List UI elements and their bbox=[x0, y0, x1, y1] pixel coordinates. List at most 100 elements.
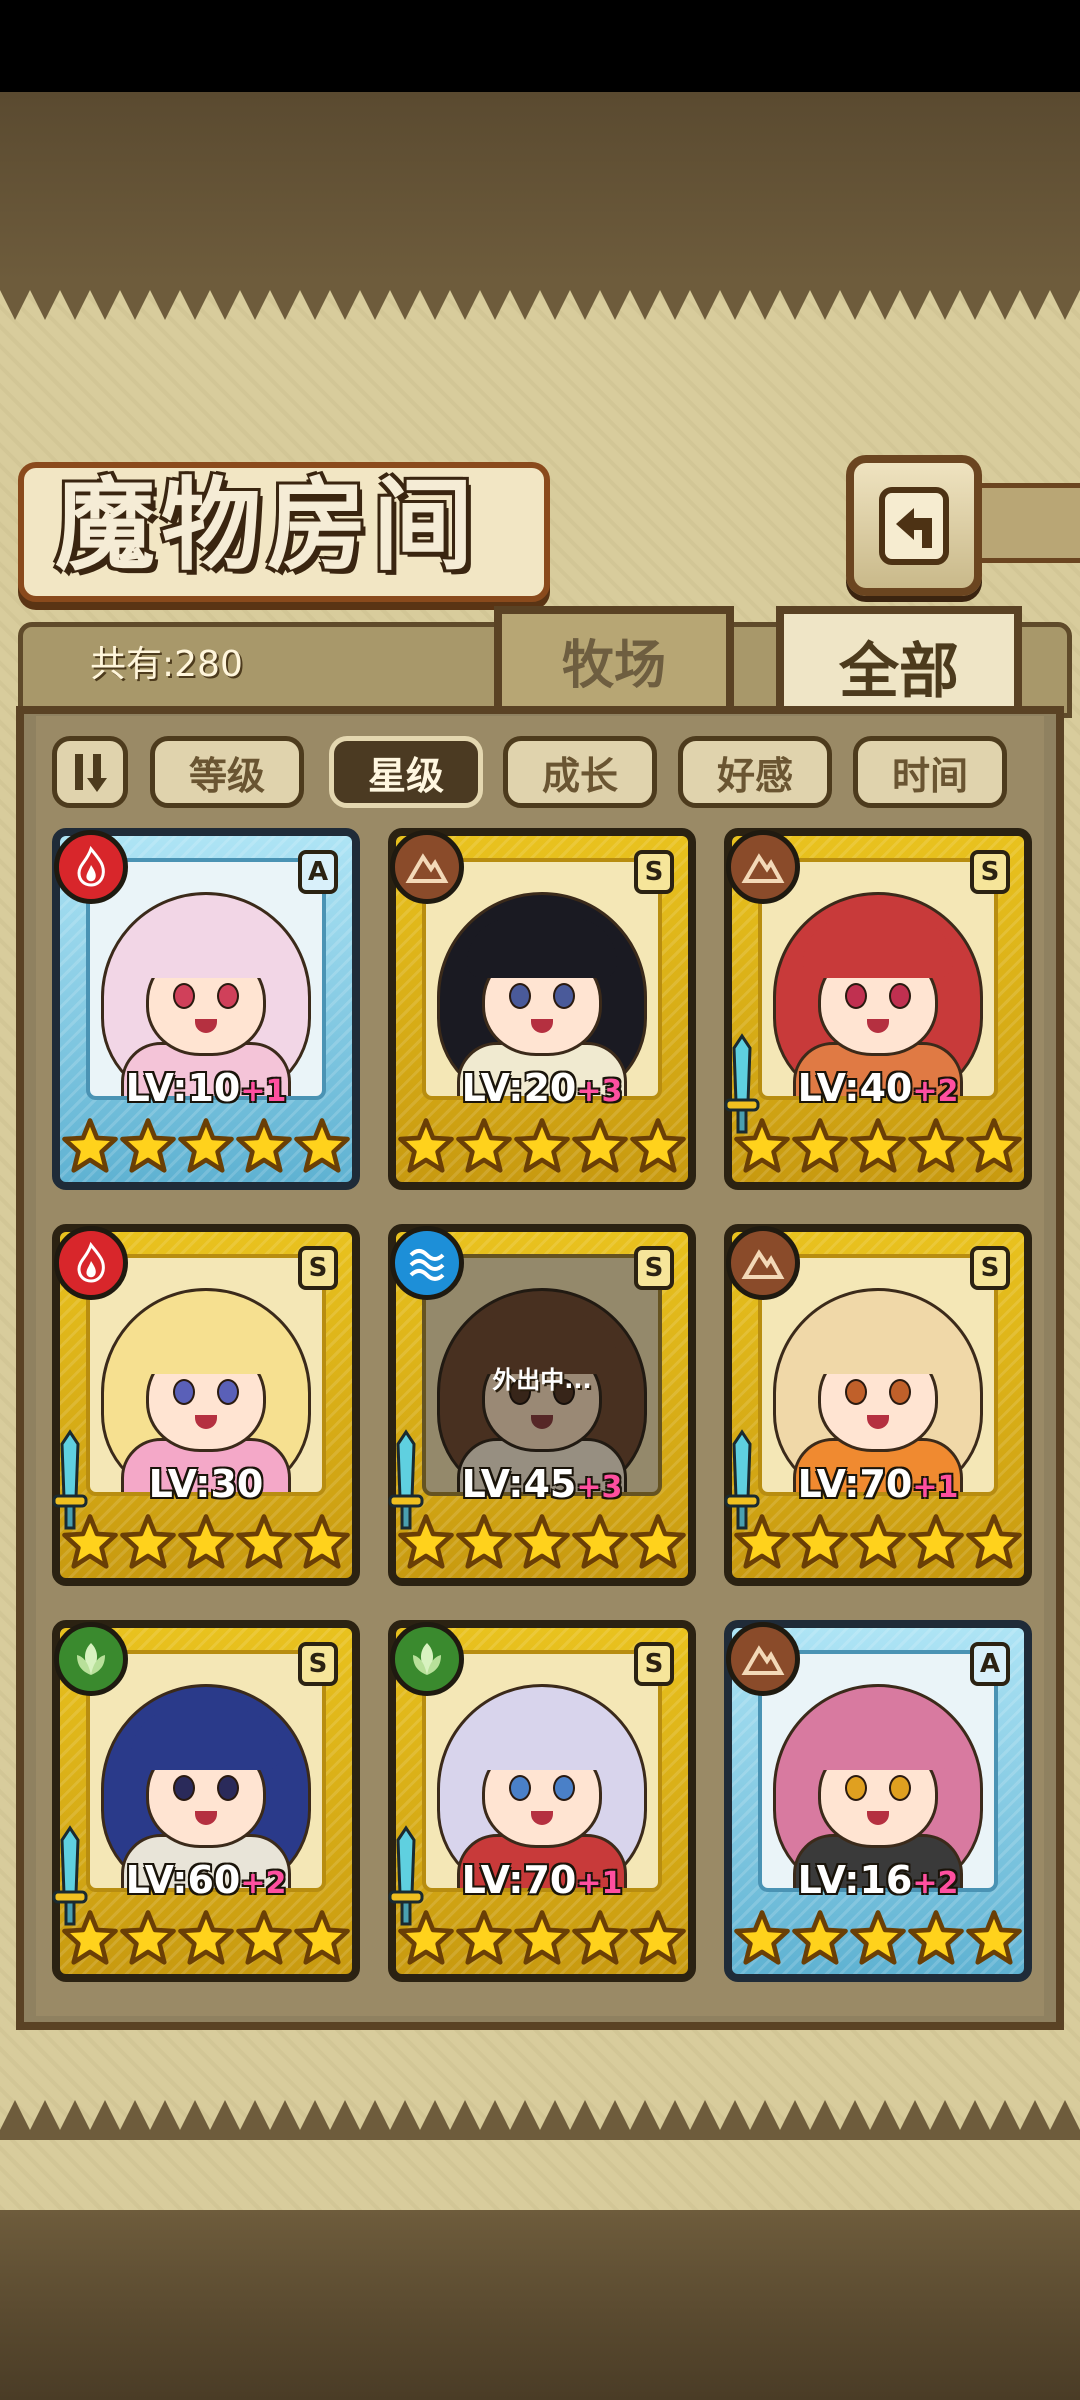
monster-card[interactable]: S LV:30 bbox=[52, 1224, 360, 1586]
element-badge bbox=[54, 830, 128, 904]
page-title: 魔物房间 bbox=[55, 466, 479, 584]
star-icon bbox=[850, 1118, 906, 1173]
level-value: LV:20 bbox=[461, 1066, 577, 1110]
element-badge bbox=[54, 1622, 128, 1696]
sword-icon bbox=[724, 1429, 760, 1530]
earth-icon bbox=[405, 853, 449, 883]
monster-portrait bbox=[758, 858, 998, 1100]
monster-card[interactable]: A LV:16+2 bbox=[724, 1620, 1032, 1982]
star-icon bbox=[120, 1910, 176, 1965]
tab-all[interactable]: 全部 bbox=[776, 606, 1022, 718]
star-icon bbox=[572, 1910, 628, 1965]
sort-button[interactable]: 时间 bbox=[853, 736, 1007, 808]
level-value: LV:70 bbox=[797, 1462, 913, 1506]
return-arrow-icon bbox=[879, 486, 949, 565]
star-icon bbox=[456, 1910, 512, 1965]
level-value: LV:30 bbox=[148, 1462, 264, 1506]
star-icon bbox=[966, 1910, 1022, 1965]
sort-order-toggle[interactable] bbox=[52, 736, 128, 808]
wind-icon bbox=[413, 1643, 441, 1675]
star-icon bbox=[456, 1118, 512, 1173]
star-icon bbox=[966, 1514, 1022, 1569]
earth-icon bbox=[741, 1645, 785, 1675]
star-icon bbox=[514, 1514, 570, 1569]
fire-icon bbox=[77, 845, 105, 887]
monster-card[interactable]: S LV:70+1 bbox=[724, 1224, 1032, 1586]
tab-ranch[interactable]: 牧场 bbox=[494, 606, 734, 706]
level-label: LV:16+2 bbox=[732, 1858, 1024, 1902]
sword-icon bbox=[724, 1033, 760, 1134]
level-value: LV:45 bbox=[461, 1462, 577, 1506]
wind-icon bbox=[77, 1643, 105, 1675]
level-value: LV:16 bbox=[797, 1858, 913, 1902]
level-label: LV:30 bbox=[60, 1462, 352, 1506]
monster-card[interactable]: S LV:70+1 bbox=[388, 1620, 696, 1982]
level-bonus: +2 bbox=[912, 1866, 959, 1901]
status-bar bbox=[0, 0, 1080, 92]
monster-card[interactable]: S 外出中... LV:45+3 bbox=[388, 1224, 696, 1586]
star-rating bbox=[396, 1512, 688, 1572]
star-icon bbox=[850, 1514, 906, 1569]
star-icon bbox=[792, 1118, 848, 1173]
earth-icon bbox=[741, 853, 785, 883]
rank-badge: S bbox=[970, 850, 1010, 894]
element-badge bbox=[390, 830, 464, 904]
star-icon bbox=[178, 1910, 234, 1965]
level-label: LV:40+2 bbox=[732, 1066, 1024, 1110]
bottom-map-strip bbox=[0, 2210, 1080, 2400]
star-icon bbox=[514, 1118, 570, 1173]
level-bonus: +1 bbox=[576, 1866, 623, 1901]
sort-button[interactable]: 成长 bbox=[503, 736, 657, 808]
level-label: LV:20+3 bbox=[396, 1066, 688, 1110]
level-bonus: +2 bbox=[240, 1866, 287, 1901]
star-rating bbox=[732, 1512, 1024, 1572]
star-icon bbox=[630, 1514, 686, 1569]
sort-order-icon bbox=[75, 754, 107, 792]
sort-button[interactable]: 星级 bbox=[329, 736, 483, 808]
fire-icon bbox=[77, 1241, 105, 1283]
star-icon bbox=[236, 1118, 292, 1173]
star-icon bbox=[398, 1118, 454, 1173]
star-icon bbox=[178, 1514, 234, 1569]
star-icon bbox=[572, 1514, 628, 1569]
back-button[interactable] bbox=[846, 455, 982, 596]
back-button-rail bbox=[966, 483, 1080, 563]
star-rating bbox=[60, 1908, 352, 1968]
star-rating bbox=[732, 1908, 1024, 1968]
level-bonus: +1 bbox=[912, 1470, 959, 1505]
monster-portrait bbox=[758, 1254, 998, 1496]
level-label: LV:70+1 bbox=[732, 1462, 1024, 1506]
star-icon bbox=[178, 1118, 234, 1173]
away-status: 外出中... bbox=[492, 1366, 592, 1394]
rank-badge: S bbox=[634, 1246, 674, 1290]
level-label: LV:45+3 bbox=[396, 1462, 688, 1506]
top-map-strip bbox=[0, 92, 1080, 282]
level-value: LV:70 bbox=[461, 1858, 577, 1902]
element-badge bbox=[390, 1622, 464, 1696]
star-icon bbox=[908, 1514, 964, 1569]
star-icon bbox=[630, 1118, 686, 1173]
sort-button[interactable]: 好感 bbox=[678, 736, 832, 808]
rank-badge: S bbox=[970, 1246, 1010, 1290]
monster-card[interactable]: S LV:40+2 bbox=[724, 828, 1032, 1190]
star-icon bbox=[908, 1910, 964, 1965]
element-badge bbox=[726, 1622, 800, 1696]
panel-bottom-edge bbox=[0, 2100, 1080, 2140]
star-icon bbox=[630, 1910, 686, 1965]
star-icon bbox=[514, 1910, 570, 1965]
monster-card[interactable]: A LV:10+1 bbox=[52, 828, 360, 1190]
star-icon bbox=[792, 1910, 848, 1965]
rank-badge: A bbox=[298, 850, 338, 894]
star-icon bbox=[294, 1514, 350, 1569]
sort-button[interactable]: 等级 bbox=[150, 736, 304, 808]
element-badge bbox=[390, 1226, 464, 1300]
star-icon bbox=[294, 1118, 350, 1173]
rank-badge: S bbox=[298, 1642, 338, 1686]
star-icon bbox=[966, 1118, 1022, 1173]
monster-card[interactable]: S LV:20+3 bbox=[388, 828, 696, 1190]
level-value: LV:10 bbox=[125, 1066, 241, 1110]
star-rating bbox=[60, 1512, 352, 1572]
monster-portrait bbox=[86, 1254, 326, 1496]
monster-portrait bbox=[422, 1650, 662, 1892]
monster-card[interactable]: S LV:60+2 bbox=[52, 1620, 360, 1982]
